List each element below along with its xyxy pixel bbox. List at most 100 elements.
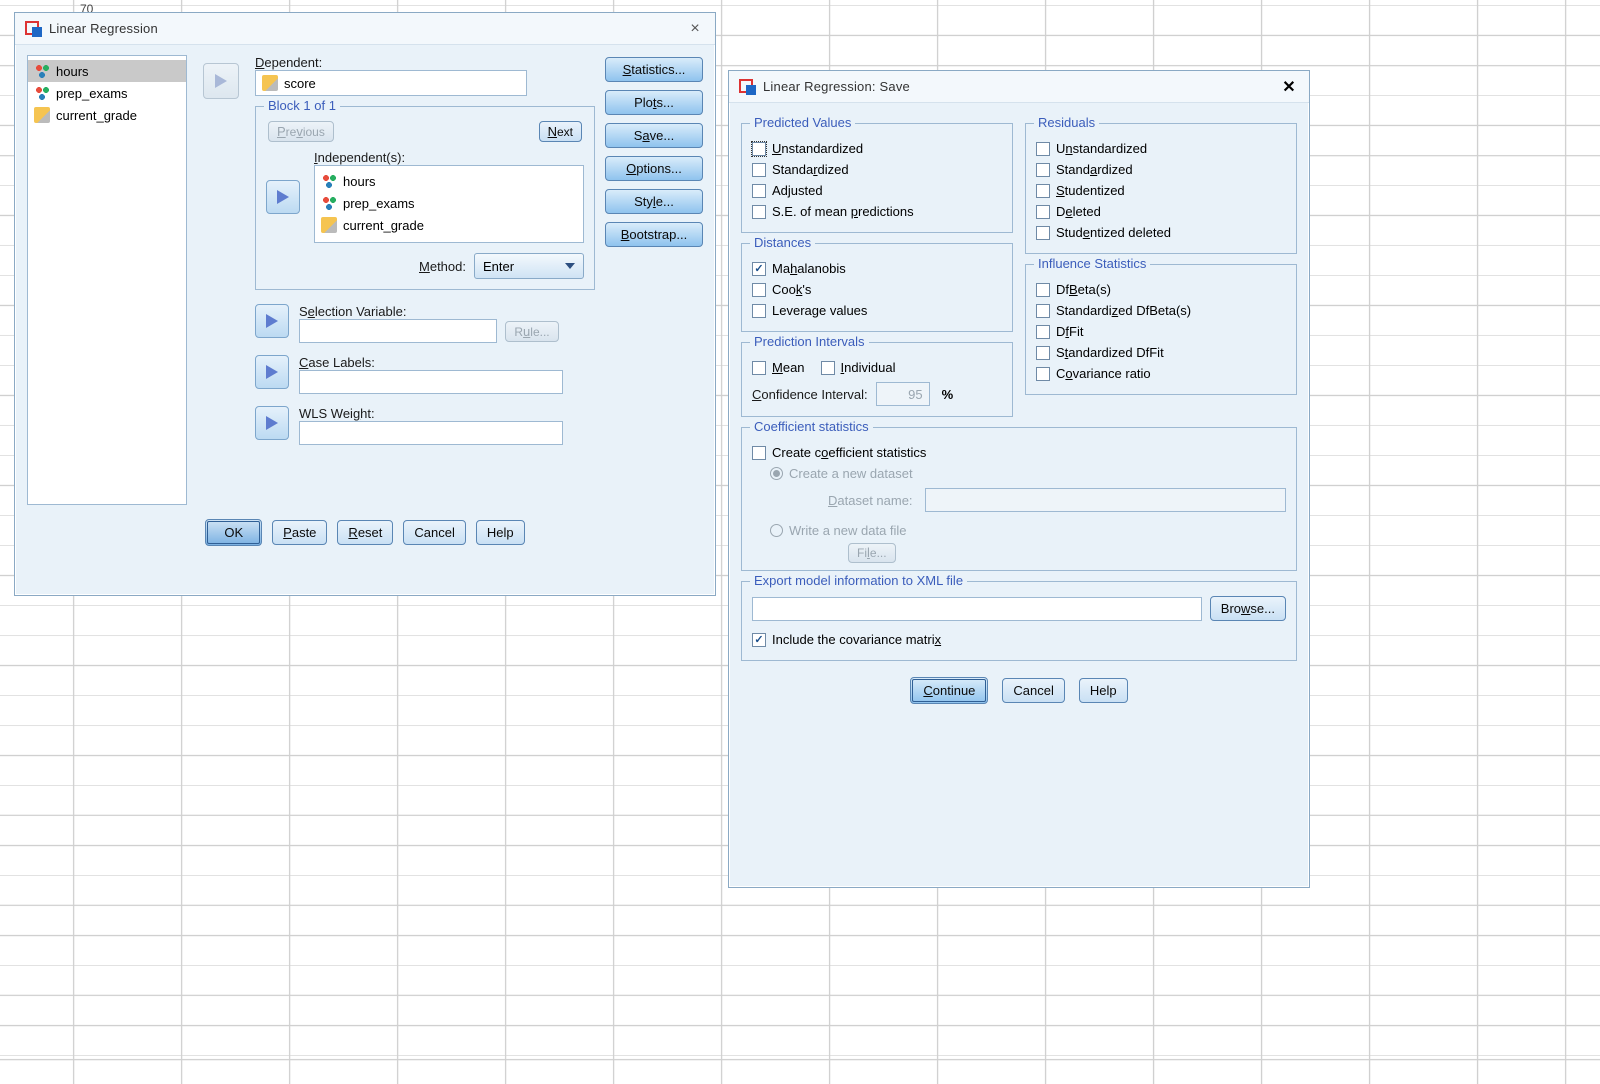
variable-name: prep_exams	[343, 196, 415, 211]
independents-list[interactable]: hours prep_exams current_grade	[314, 165, 584, 243]
xml-path-field[interactable]	[752, 597, 1202, 621]
cancel-button[interactable]: Cancel	[1002, 678, 1064, 703]
dependent-field[interactable]: score	[255, 70, 527, 96]
resid-std-check[interactable]: Standardized	[1036, 159, 1286, 180]
linear-regression-dialog: Linear Regression × hoursprep_examscurre…	[14, 12, 716, 596]
variable-name: prep_exams	[56, 86, 128, 101]
cov-ratio-check[interactable]: Covariance ratio	[1036, 363, 1286, 384]
include-cov-matrix-check[interactable]: Include the covariance matrix	[752, 629, 1286, 650]
influence-legend: Influence Statistics	[1034, 256, 1150, 271]
next-button[interactable]: Next	[539, 121, 582, 142]
variable-item[interactable]: current_grade	[28, 104, 186, 126]
move-to-dependent-button[interactable]	[203, 63, 239, 99]
titlebar[interactable]: Linear Regression: Save ✕	[729, 71, 1309, 103]
previous-button[interactable]: Previous	[268, 121, 334, 142]
move-to-case-labels-button[interactable]	[255, 355, 289, 389]
residuals-legend: Residuals	[1034, 115, 1099, 130]
variable-item[interactable]: prep_exams	[315, 192, 583, 214]
unstandardized-predicted-check[interactable]: Unstandardized	[752, 138, 1002, 159]
nominal-icon	[34, 85, 50, 101]
percent-sign: %	[942, 387, 954, 402]
paste-button[interactable]: Paste	[272, 520, 327, 545]
variable-name: current_grade	[343, 218, 424, 233]
dataset-name-field	[925, 488, 1286, 512]
block-legend: Block 1 of 1	[264, 98, 340, 113]
variable-item[interactable]: hours	[315, 170, 583, 192]
resid-stud-check[interactable]: Studentized	[1036, 180, 1286, 201]
se-mean-predictions-check[interactable]: S.E. of mean predictions	[752, 201, 1002, 222]
variable-name: hours	[343, 174, 376, 189]
move-to-wls-weight-button[interactable]	[255, 406, 289, 440]
variable-item[interactable]: current_grade	[315, 214, 583, 236]
rule-button[interactable]: Rule...	[505, 321, 559, 342]
wls-weight-field[interactable]	[299, 421, 563, 445]
variable-name: hours	[56, 64, 89, 79]
help-button[interactable]: Help	[1079, 678, 1128, 703]
pi-individual-check[interactable]: Individual	[821, 357, 896, 378]
case-labels-label: Case Labels:	[299, 355, 595, 370]
dependent-value: score	[284, 76, 316, 91]
bootstrap-button[interactable]: Bootstrap...	[605, 222, 703, 247]
statistics-button[interactable]: Statistics...	[605, 57, 703, 82]
resid-studdel-check[interactable]: Studentized deleted	[1036, 222, 1286, 243]
move-to-selection-var-button[interactable]	[255, 304, 289, 338]
write-new-file-radio: Write a new data file	[770, 520, 1286, 541]
resid-unstd-check[interactable]: Unstandardized	[1036, 138, 1286, 159]
nominal-icon	[321, 195, 337, 211]
nominal-icon	[34, 63, 50, 79]
adjusted-predicted-check[interactable]: Adjusted	[752, 180, 1002, 201]
mahalanobis-check[interactable]: Mahalanobis	[752, 258, 1002, 279]
independents-label: Independent(s):	[314, 150, 584, 165]
dependent-label: Dependent:	[255, 55, 595, 70]
ci-value-field	[876, 382, 930, 406]
standardized-predicted-check[interactable]: Standardized	[752, 159, 1002, 180]
dffit-check[interactable]: DfFit	[1036, 321, 1286, 342]
save-button[interactable]: Save...	[605, 123, 703, 148]
dfbeta-check[interactable]: DfBeta(s)	[1036, 279, 1286, 300]
plots-button[interactable]: Plots...	[605, 90, 703, 115]
variable-item[interactable]: hours	[28, 60, 186, 82]
close-icon[interactable]: ✕	[1279, 77, 1299, 97]
app-icon	[739, 79, 757, 95]
browse-button[interactable]: Browse...	[1210, 596, 1286, 621]
cooks-check[interactable]: Cook's	[752, 279, 1002, 300]
source-variables-list[interactable]: hours prep_exams current_grade	[27, 55, 187, 505]
ci-label: Confidence Interval:	[752, 387, 868, 402]
std-dfbeta-check[interactable]: Standardized DfBeta(s)	[1036, 300, 1286, 321]
close-icon[interactable]: ×	[685, 20, 705, 38]
variable-item[interactable]: prep_exams	[28, 82, 186, 104]
scale-icon	[321, 217, 337, 233]
continue-button[interactable]: Continue	[910, 677, 988, 704]
file-button: File...	[848, 543, 896, 563]
xml-legend: Export model information to XML file	[750, 573, 967, 588]
reset-button[interactable]: Reset	[337, 520, 393, 545]
std-dffit-check[interactable]: Standardized DfFit	[1036, 342, 1286, 363]
resid-del-check[interactable]: Deleted	[1036, 201, 1286, 222]
variable-name: current_grade	[56, 108, 137, 123]
nominal-icon	[321, 173, 337, 189]
coef-stats-legend: Coefficient statistics	[750, 419, 873, 434]
method-select[interactable]: Enter	[474, 253, 584, 279]
predicted-legend: Predicted Values	[750, 115, 855, 130]
cancel-button[interactable]: Cancel	[403, 520, 465, 545]
ok-button[interactable]: OK	[205, 519, 262, 546]
leverage-check[interactable]: Leverage values	[752, 300, 1002, 321]
wls-weight-label: WLS Weight:	[299, 406, 595, 421]
move-to-independents-button[interactable]	[266, 180, 300, 214]
case-labels-field[interactable]	[299, 370, 563, 394]
chevron-down-icon	[565, 263, 575, 269]
method-label: Method:	[419, 259, 466, 274]
pi-mean-check[interactable]: Mean	[752, 357, 805, 378]
selection-var-field[interactable]	[299, 319, 497, 343]
scale-icon	[34, 107, 50, 123]
help-button[interactable]: Help	[476, 520, 525, 545]
create-coef-stats-check[interactable]: Create coefficient statistics	[752, 442, 1286, 463]
distances-legend: Distances	[750, 235, 815, 250]
options-button[interactable]: Options...	[605, 156, 703, 181]
style-button[interactable]: Style...	[605, 189, 703, 214]
titlebar[interactable]: Linear Regression ×	[15, 13, 715, 45]
method-value: Enter	[483, 259, 514, 274]
dialog-title: Linear Regression	[49, 21, 158, 36]
selection-var-label: Selection Variable:	[299, 304, 595, 319]
pred-intervals-legend: Prediction Intervals	[750, 334, 869, 349]
